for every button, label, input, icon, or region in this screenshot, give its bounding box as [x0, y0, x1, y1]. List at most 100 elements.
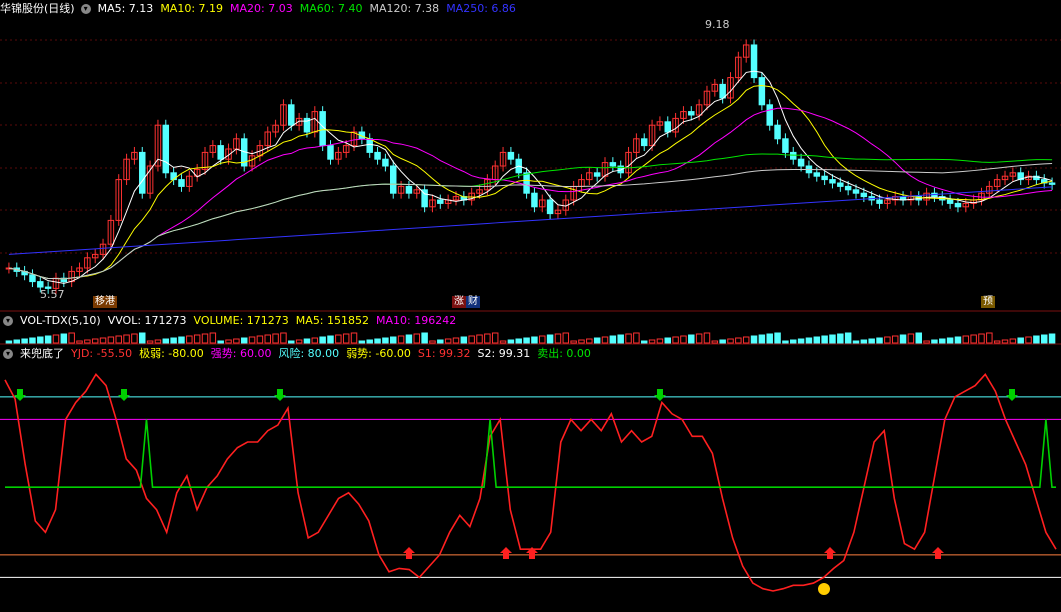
- volume-bar: [444, 338, 452, 344]
- candle-body: [719, 83, 726, 99]
- volume-bar: [774, 332, 781, 344]
- volume-bar: [272, 333, 279, 344]
- volume-bar: [374, 338, 381, 344]
- volume-bar: [703, 332, 711, 344]
- volume-bar: [899, 334, 907, 344]
- event-tag-mid1[interactable]: 涨: [452, 296, 466, 308]
- sell-arrow-icon: [654, 389, 666, 401]
- volume-bar: [954, 336, 962, 344]
- volume-bar: [240, 337, 248, 344]
- volume-bar: [52, 334, 60, 344]
- volume-bar: [1033, 335, 1040, 344]
- volume-bar: [311, 337, 319, 344]
- event-tag-right[interactable]: 预: [981, 296, 995, 308]
- volume-bar: [727, 338, 734, 344]
- volume-bar: [672, 336, 679, 344]
- candle-body: [640, 138, 648, 147]
- volume-bar: [342, 333, 350, 344]
- volume-bar: [735, 337, 742, 344]
- volume-bar: [656, 338, 664, 344]
- volume-bar: [970, 334, 977, 344]
- volume-bar: [1009, 338, 1017, 344]
- volume-bar: [664, 337, 672, 344]
- volume-bar: [750, 335, 758, 344]
- candle-body: [327, 145, 334, 160]
- stock-chart[interactable]: [0, 0, 1061, 612]
- volume-bar: [931, 339, 938, 344]
- candle-body: [593, 172, 601, 177]
- candlesticks: [5, 39, 1056, 294]
- volume-bar: [44, 335, 52, 344]
- volume-bar: [460, 336, 468, 344]
- volume-bar: [421, 332, 428, 344]
- volume-bar: [193, 334, 201, 344]
- volume-bar: [1048, 333, 1056, 344]
- volume-bar: [876, 337, 883, 344]
- volume-bar: [797, 338, 805, 344]
- volume-bar: [303, 338, 311, 344]
- volume-bar: [99, 337, 107, 344]
- candle-body: [797, 158, 805, 167]
- volume-bar: [107, 336, 115, 344]
- volume-bar: [546, 334, 554, 344]
- candle-body: [405, 185, 413, 194]
- candle-body: [860, 192, 868, 198]
- volume-bar: [366, 339, 373, 344]
- candle-body: [750, 44, 758, 79]
- event-tag-mid2[interactable]: 财: [466, 296, 480, 308]
- volume-bar: [907, 333, 915, 344]
- volume-bars: [5, 332, 1056, 344]
- volume-bar: [593, 337, 601, 344]
- volume-bar: [248, 336, 256, 344]
- candle-body: [523, 172, 530, 194]
- volume-bar: [491, 332, 499, 344]
- candle-body: [837, 182, 844, 187]
- candle-body: [437, 199, 444, 204]
- volume-bar: [233, 338, 240, 344]
- volume-bar: [860, 339, 868, 344]
- volume-bar: [397, 335, 405, 344]
- candle-body: [382, 158, 389, 167]
- ma10-line: [8, 85, 1053, 280]
- volume-bar: [695, 333, 703, 344]
- volume-bar: [319, 336, 326, 344]
- volume-bar: [256, 335, 264, 344]
- candle-body: [829, 179, 836, 184]
- volume-bar: [680, 335, 687, 344]
- volume-bar: [382, 337, 389, 344]
- volume-bar: [633, 332, 640, 344]
- event-tag-left[interactable]: 移港: [93, 296, 117, 308]
- buy-arrow-icon: [403, 547, 415, 559]
- volume-bar: [554, 333, 562, 344]
- volume-bar: [201, 333, 209, 344]
- volume-bar: [405, 334, 413, 344]
- candle-body: [609, 162, 617, 167]
- volume-bar: [60, 333, 68, 344]
- buy-arrow-icon: [932, 547, 944, 559]
- volume-bar: [923, 340, 930, 344]
- candle-body: [766, 104, 773, 126]
- volume-bar: [782, 340, 789, 344]
- volume-bar: [264, 334, 271, 344]
- volume-bar: [209, 332, 217, 344]
- volume-bar: [852, 340, 860, 344]
- volume-bar: [891, 335, 899, 344]
- buy-arrow-icon: [824, 547, 836, 559]
- volume-bar: [389, 336, 397, 344]
- volume-bar: [609, 335, 617, 344]
- volume-bar: [358, 340, 366, 344]
- ma250-line: [8, 186, 1053, 255]
- candle-body: [374, 151, 381, 160]
- volume-bar: [13, 339, 21, 344]
- volume-bar: [327, 335, 334, 344]
- volume-bar: [829, 334, 836, 344]
- volume-bar: [617, 334, 624, 344]
- candle-body: [790, 151, 797, 160]
- candle-body: [852, 189, 860, 194]
- candle-body: [29, 274, 36, 283]
- volume-bar: [844, 332, 852, 344]
- volume-bar: [978, 333, 985, 344]
- volume-bar: [91, 338, 99, 344]
- candle-body: [507, 151, 515, 160]
- volume-bar: [868, 338, 875, 344]
